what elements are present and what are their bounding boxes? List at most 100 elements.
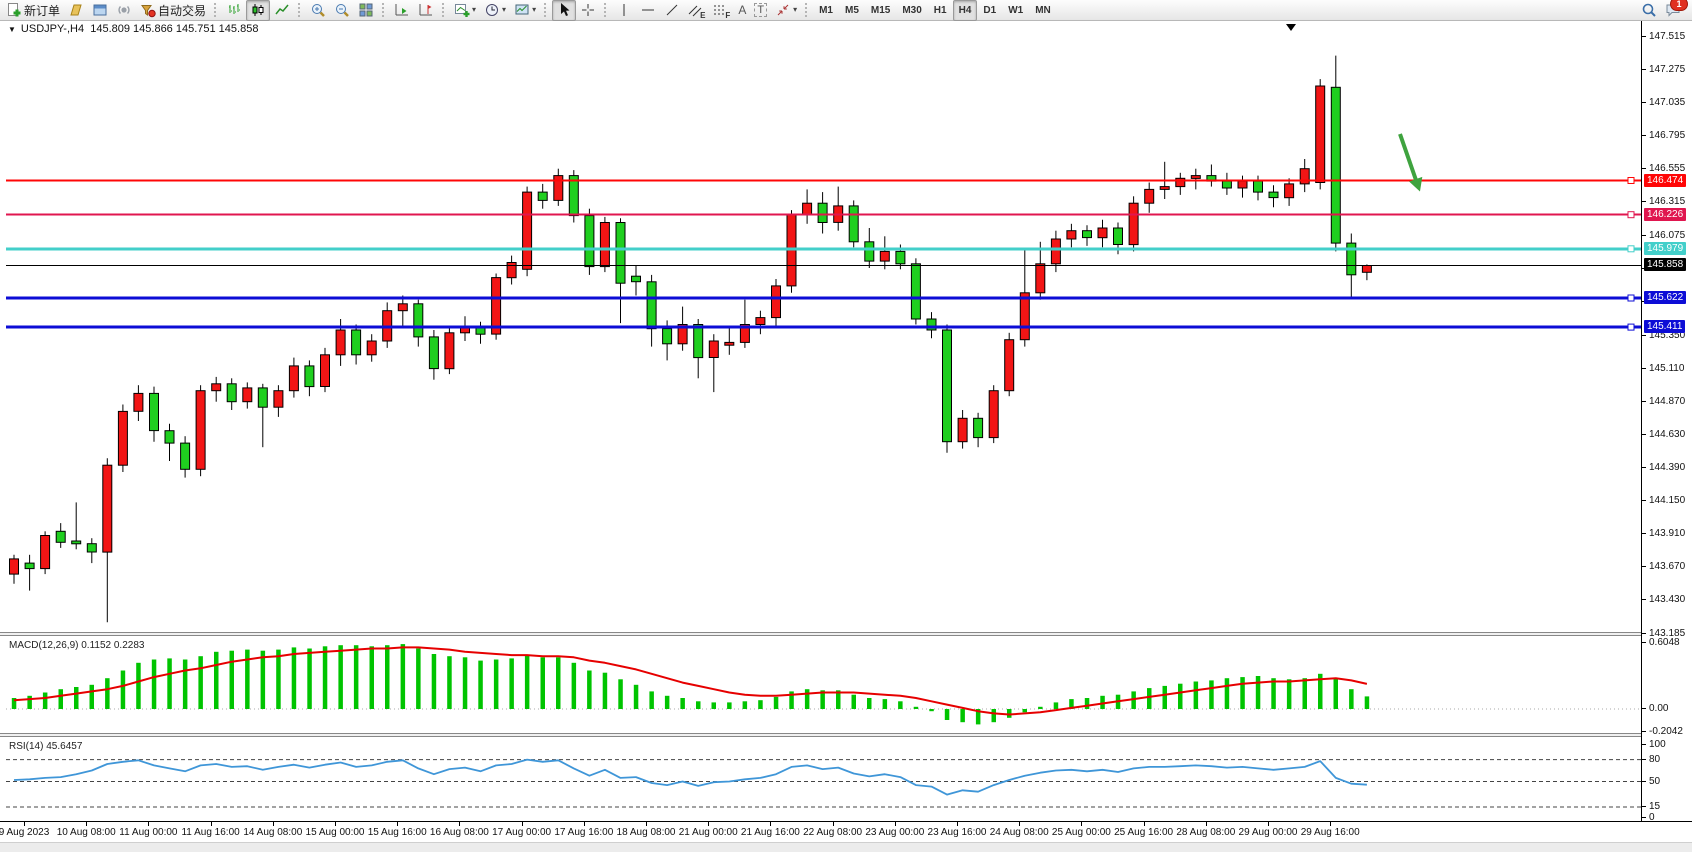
text-tool-button[interactable]: A (734, 0, 750, 21)
zoom-out-icon (334, 2, 350, 18)
cursor-tool-button[interactable] (552, 0, 576, 21)
timeframe-d1-button[interactable]: D1 (977, 0, 1002, 21)
price-line-label[interactable]: 146.226 (1644, 208, 1686, 221)
axis-tick (1642, 467, 1646, 468)
axis-tick (1642, 102, 1646, 103)
search-button[interactable] (1637, 0, 1661, 21)
timeframe-mn-button[interactable]: MN (1029, 0, 1057, 21)
date-label: 23 Aug 16:00 (928, 827, 987, 838)
price-tick-label: 146.075 (1649, 230, 1685, 241)
price-tick-label: 144.630 (1649, 429, 1685, 440)
time-axis-tick (957, 822, 958, 826)
crosshair-tool-button[interactable] (576, 0, 600, 21)
macd-panel-canvas[interactable] (6, 636, 1641, 733)
bar-chart-icon (226, 2, 242, 18)
chart-area: ▼USDJPY-,H4 145.809 145.866 145.751 145.… (0, 21, 1692, 852)
autotrading-icon (140, 2, 156, 18)
notification-badge: 1 (1670, 0, 1688, 11)
text-label-tool-button[interactable]: T (750, 0, 771, 21)
trendline-tool-button[interactable] (660, 0, 684, 21)
date-label: 9 Aug 2023 (0, 827, 49, 838)
timeframe-h1-button[interactable]: H1 (928, 0, 953, 21)
date-label: 23 Aug 00:00 (865, 827, 924, 838)
macd-tick-label: -0.2042 (1649, 726, 1683, 737)
arrows-icon (775, 2, 791, 18)
price-line-label[interactable]: 145.979 (1644, 242, 1686, 255)
date-label: 11 Aug 16:00 (181, 827, 239, 838)
time-axis-tick (522, 822, 523, 826)
arrow-annotation[interactable] (1400, 134, 1417, 183)
line-chart-button[interactable] (270, 0, 294, 21)
axis-tick (1642, 781, 1646, 782)
fibonacci-tool-button[interactable]: F (709, 0, 734, 21)
date-label: 11 Aug 00:00 (119, 827, 177, 838)
bar-chart-button[interactable] (222, 0, 246, 21)
date-label: 15 Aug 00:00 (306, 827, 365, 838)
price-line-label[interactable]: 146.474 (1644, 174, 1686, 187)
timeframe-h4-button[interactable]: H4 (953, 0, 978, 21)
time-axis-tick (86, 822, 87, 826)
axis-tick (1642, 434, 1646, 435)
axis-tick (1642, 135, 1646, 136)
toolbar-grip (214, 3, 218, 17)
rsi-tick-label: 50 (1649, 776, 1660, 787)
price-line-label[interactable]: 145.411 (1644, 320, 1685, 333)
indicators-button[interactable]: ▾ (450, 0, 480, 21)
axis-tick (1642, 401, 1646, 402)
timeframe-m15-button[interactable]: M15 (865, 0, 896, 21)
time-axis-tick (397, 822, 398, 826)
periods-button[interactable]: ▾ (480, 0, 510, 21)
axis-tick (1642, 817, 1646, 818)
text-label-icon: T (754, 3, 767, 17)
market-watch-button[interactable] (88, 0, 112, 21)
notifications-button[interactable]: 1 (1661, 0, 1686, 21)
autotrading-button[interactable]: 自动交易 (136, 0, 210, 21)
axis-tick (1642, 201, 1646, 202)
tile-windows-button[interactable] (354, 0, 378, 21)
main-chart-canvas[interactable] (6, 33, 1641, 632)
profiles-button[interactable] (64, 0, 88, 21)
axis-tick (1642, 36, 1646, 37)
timeframe-m30-button[interactable]: M30 (896, 0, 927, 21)
rsi-panel-canvas[interactable] (6, 737, 1641, 821)
vertical-line-tool-button[interactable] (612, 0, 636, 21)
tile-windows-icon (358, 2, 374, 18)
zoom-in-button[interactable] (306, 0, 330, 21)
date-label: 24 Aug 08:00 (990, 827, 1049, 838)
auto-scroll-button[interactable] (390, 0, 414, 21)
macd-label: MACD(12,26,9) 0.1152 0.2283 (9, 640, 144, 651)
axis-tick (1642, 633, 1646, 634)
timeframe-m1-button[interactable]: M1 (813, 0, 839, 21)
time-axis-tick (1268, 822, 1269, 826)
current-price-label[interactable]: 145.858 (1644, 258, 1686, 271)
equidistant-channel-tool-button[interactable]: E (684, 0, 709, 21)
new-order-icon (6, 2, 22, 18)
axis-tick (1642, 168, 1646, 169)
chart-shift-button[interactable] (414, 0, 438, 21)
date-label: 17 Aug 16:00 (554, 827, 613, 838)
date-label: 15 Aug 16:00 (368, 827, 427, 838)
axis-tick (1642, 599, 1646, 600)
date-label: 21 Aug 16:00 (741, 827, 800, 838)
signals-button[interactable] (112, 0, 136, 21)
clock-icon (484, 2, 500, 18)
dropdown-caret-icon: ▾ (472, 6, 476, 14)
axis-tick (1642, 533, 1646, 534)
new-order-button[interactable]: 新订单 (2, 0, 64, 21)
time-axis[interactable]: 9 Aug 202310 Aug 08:0011 Aug 00:0011 Aug… (0, 821, 1692, 842)
templates-button[interactable]: ▾ (510, 0, 540, 21)
zoom-out-button[interactable] (330, 0, 354, 21)
timeframe-w1-button[interactable]: W1 (1002, 0, 1029, 21)
text-tool-icon: A (738, 3, 746, 17)
signals-icon (116, 2, 132, 18)
arrows-tool-button[interactable]: ▾ (771, 0, 801, 21)
chart-shift-icon (418, 2, 434, 18)
horizontal-line-tool-button[interactable] (636, 0, 660, 21)
timeframe-m5-button[interactable]: M5 (839, 0, 865, 21)
candlestick-chart-button[interactable] (246, 0, 270, 21)
chart-context-arrow-icon[interactable]: ▼ (8, 25, 16, 34)
trendline-icon (664, 2, 680, 18)
chart-shift-marker[interactable] (1286, 24, 1296, 31)
price-axis[interactable]: 147.515147.275147.035146.795146.555146.3… (1641, 21, 1692, 821)
price-line-label[interactable]: 145.622 (1644, 291, 1686, 304)
